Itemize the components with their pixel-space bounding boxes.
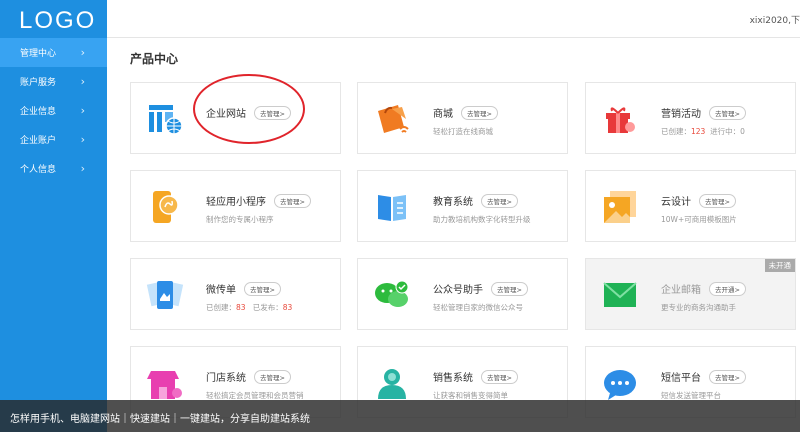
top-bar: xixi2020,下 [107,0,800,38]
sidebar-item-company-info[interactable]: 企业信息 › [0,96,107,125]
manage-button[interactable]: 去管理> [709,370,746,384]
card-title: 教育系统 去管理> [433,193,518,208]
card-title-text: 云设计 [661,197,691,208]
sidebar-item-account-service[interactable]: 账户服务 › [0,67,107,96]
highlight-circle [193,74,305,144]
chevron-right-icon: › [80,104,85,117]
manage-button[interactable]: 去管理> [244,282,281,296]
product-card-wechat-assistant[interactable]: 公众号助手 去管理> 轻松管理自家的微信公众号 [357,258,568,330]
card-description: 轻松打造在线商城 [433,127,493,136]
sidebar-item-management-center[interactable]: 管理中心 › [0,38,107,67]
wechat-icon [375,280,409,307]
product-card-marketing[interactable]: 营销活动 去管理> 已创建：123 进行中：0 [585,82,796,154]
page-title: 产品中心 [130,52,179,66]
store-icon [147,371,182,399]
sidebar-item-label: 账户服务 [20,78,57,88]
website-icon [149,105,183,135]
product-card-enterprise-mail[interactable]: 未开通 企业邮箱 去开通> 更专业的商务沟通助手 [585,258,796,330]
card-title: 企业邮箱 去开通> [661,281,746,296]
card-title: 云设计 去管理> [661,193,736,208]
sidebar-item-label: 企业信息 [20,107,57,117]
caption-bar: 怎样用手机、电脑建网站｜快速建站｜一键建站，分享自助建站系统 [0,400,800,432]
card-title-text: 销售系统 [433,373,473,384]
card-description: 10W+可商用模板图片 [661,215,737,224]
sms-icon [604,370,636,400]
product-card-shop[interactable]: 商城 去管理> 轻松打造在线商城 [357,82,568,154]
card-description: 轻松管理自家的微信公众号 [433,303,523,312]
chevron-right-icon: › [80,162,85,175]
status-badge: 未开通 [764,259,795,272]
created-label: 已创建： [206,303,236,312]
card-title-text: 营销活动 [661,109,701,120]
card-title-text: 公众号助手 [433,285,483,296]
card-description: 已创建：83 已发布：83 [206,302,292,313]
activate-button[interactable]: 去开通> [709,282,746,296]
card-title: 公众号助手 去管理> [433,281,528,296]
card-title-text: 轻应用小程序 [206,197,266,208]
card-title: 商城 去管理> [433,105,498,120]
card-title: 营销活动 去管理> [661,105,746,120]
chevron-right-icon: › [80,133,85,146]
manage-button[interactable]: 去管理> [254,370,291,384]
product-card-flyer[interactable]: 微传单 去管理> 已创建：83 已发布：83 [130,258,341,330]
user-menu[interactable]: xixi2020,下 [750,13,800,26]
chevron-right-icon: › [80,46,85,59]
sidebar-item-personal-info[interactable]: 个人信息 › [0,154,107,183]
gift-icon [606,107,635,133]
manage-button[interactable]: 去管理> [481,194,518,208]
flyer-icon [146,281,184,309]
book-icon [378,195,406,221]
card-title-text: 商城 [433,109,453,120]
sidebar-item-label: 管理中心 [20,49,57,59]
card-description: 制作您的专属小程序 [206,215,274,224]
sales-person-icon [378,369,406,399]
product-card-cloud-design[interactable]: 云设计 去管理> 10W+可商用模板图片 [585,170,796,242]
logo: LOGO [19,7,97,34]
product-card-education[interactable]: 教育系统 去管理> 助力教培机构数字化转型升级 [357,170,568,242]
manage-button[interactable]: 去管理> [481,370,518,384]
manage-button[interactable]: 去管理> [461,106,498,120]
card-title: 轻应用小程序 去管理> [206,193,311,208]
sidebar-item-company-account[interactable]: 企业账户 › [0,125,107,154]
shop-bag-icon [378,105,409,133]
card-title: 短信平台 去管理> [661,369,746,384]
created-label: 已创建： [661,127,691,136]
published-label: 已发布： [252,303,283,312]
card-title-text: 门店系统 [206,373,246,384]
created-count: 123 [691,127,706,136]
in-progress-label: 进行中：0 [710,127,745,136]
manage-button[interactable]: 去管理> [274,194,311,208]
manage-button[interactable]: 去管理> [709,106,746,120]
chevron-right-icon: › [80,75,85,88]
card-description: 更专业的商务沟通助手 [661,303,736,312]
manage-button[interactable]: 去管理> [491,282,528,296]
card-description: 助力教培机构数字化转型升级 [433,215,531,224]
card-title: 门店系统 去管理> [206,369,291,384]
sidebar: LOGO 管理中心 › 账户服务 › 企业信息 › 企业账户 › 个人信息 › [0,0,107,432]
manage-button[interactable]: 去管理> [699,194,736,208]
card-title-text: 教育系统 [433,197,473,208]
card-title: 销售系统 去管理> [433,369,518,384]
mail-icon [603,282,637,307]
published-count: 83 [282,303,293,312]
card-title: 微传单 去管理> [206,281,281,296]
card-title-text: 企业邮箱 [661,285,701,296]
mini-program-icon [153,191,179,223]
created-count: 83 [236,303,246,312]
card-description: 已创建：123 进行中：0 [661,126,745,137]
sidebar-item-label: 企业账户 [20,136,57,146]
product-card-mini-program[interactable]: 轻应用小程序 去管理> 制作您的专属小程序 [130,170,341,242]
image-template-icon [604,191,636,223]
sidebar-item-label: 个人信息 [20,165,57,175]
card-title-text: 短信平台 [661,373,701,384]
card-title-text: 微传单 [206,285,236,296]
